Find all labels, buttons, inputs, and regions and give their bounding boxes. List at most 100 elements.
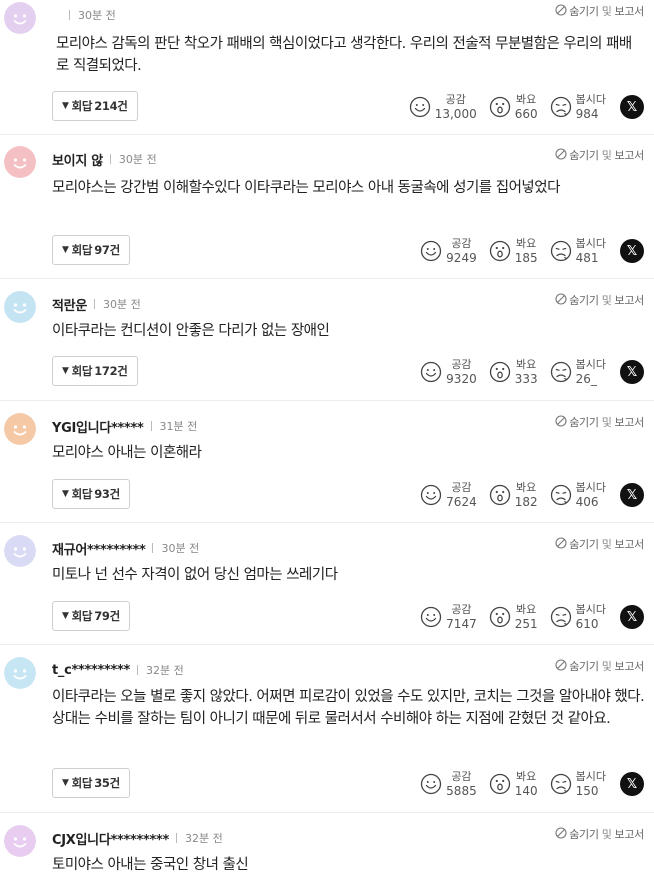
block-icon [555,658,567,674]
reply-toggle-button[interactable]: ▼ 회답 35 건 [52,768,130,798]
wow-reaction-button[interactable]: 봐요 660 [489,92,538,122]
hide-link[interactable]: 숨기기 [569,826,599,842]
reaction-text: 공감 5885 [446,769,477,799]
reaction-text: 봅시다 610 [576,602,606,632]
sad-face-icon [550,484,571,506]
smile-icon [421,484,442,506]
meta-divider [152,543,154,553]
avatar [4,657,36,689]
like-reaction-button[interactable]: 공감 7147 [420,602,477,632]
divider [0,522,654,523]
surprised-icon [489,240,510,262]
report-link[interactable]: 보고서 [615,147,645,163]
comment-author[interactable]: 보이지 않 [52,150,103,169]
hide-link[interactable]: 숨기기 [569,658,599,674]
x-share-icon[interactable]: 𝕏 [620,772,644,796]
reply-toggle-button[interactable]: ▼ 회답 97 건 [52,235,130,265]
report-link[interactable]: 보고서 [615,536,645,552]
reaction-text: 봐요 333 [515,357,538,387]
report-link[interactable]: 보고서 [615,826,645,842]
reply-toggle-button[interactable]: ▼ 회답 172 건 [52,356,138,386]
reply-count: 97 [94,243,110,257]
sad-reaction-button[interactable]: 봅시다 150 [550,769,606,799]
hide-link[interactable]: 숨기기 [569,292,599,308]
hide-link[interactable]: 숨기기 [569,414,599,430]
reply-count: 93 [94,487,110,501]
reply-label: 회답 [71,609,93,623]
meta-divider [69,10,70,20]
reply-unit: 건 [117,364,128,378]
smiley-face-icon [4,146,36,178]
reaction-label: 봅시다 [575,93,606,106]
reaction-text: 봅시다 406 [576,480,606,510]
sad-reaction-button[interactable]: 봅시다 481 [550,236,606,266]
hide-link[interactable]: 숨기기 [569,3,599,19]
comment-author[interactable]: CJX입니다********* [52,829,169,848]
comment-text: 이타쿠라는 오늘 별로 좋지 않았다. 어쩌면 피로감이 있었을 수도 있지만,… [52,689,645,727]
reaction-count: 150 [575,784,599,798]
reaction-label: 봅시다 [575,481,606,494]
like-reaction-button[interactable]: 공감 7624 [420,480,477,510]
reaction-bar: 공감 7624 봐요 182 봅시다 406 𝕏 [408,477,644,513]
and-text: 및 [601,660,612,673]
hide-report-links: 숨기기 및 보고서 [555,291,644,309]
comment-time: 30분 전 [118,153,157,166]
sad-reaction-button[interactable]: 봅시다 610 [550,602,606,632]
comment-author[interactable]: 적란운 [52,295,87,314]
and-text: 및 [601,828,612,841]
hide-report-links: 숨기기 및 보고서 [555,657,644,675]
reply-toggle-button[interactable]: ▼ 회답 79 건 [52,601,130,631]
hide-report-links: 숨기기 및 보고서 [555,535,644,553]
reaction-count: 140 [514,784,538,798]
x-share-icon[interactable]: 𝕏 [620,483,644,507]
comment-author[interactable]: 재규어********* [52,539,146,558]
comment-meta: t_c********* 32분 전 [52,660,184,680]
wow-reaction-button[interactable]: 봐요 182 [489,480,538,510]
report-link[interactable]: 보고서 [615,658,645,674]
like-reaction-button[interactable]: 공감 9320 [420,357,477,387]
wow-reaction-button[interactable]: 봐요 140 [489,769,538,799]
wow-reaction-button[interactable]: 봐요 185 [489,236,538,266]
report-link[interactable]: 보고서 [615,292,645,308]
reply-unit: 건 [109,609,121,623]
reply-toggle-button[interactable]: ▼ 회답 93 건 [52,479,130,509]
reply-count: 35 [94,776,110,790]
comment-author[interactable]: t_c********* [52,663,130,678]
hide-link[interactable]: 숨기기 [569,536,599,552]
sad-face-icon [550,773,571,795]
reaction-text: 봅시다 26_ [576,357,606,387]
divider [0,400,654,401]
sad-reaction-button[interactable]: 봅시다 26_ [550,357,606,387]
reply-toggle-button[interactable]: ▼ 회답 214 건 [52,91,138,121]
like-reaction-button[interactable]: 공감 5885 [420,769,477,799]
reaction-count: 26_ [575,372,597,386]
report-link[interactable]: 보고서 [615,3,645,19]
sad-reaction-button[interactable]: 봅시다 406 [550,480,606,510]
block-icon [555,292,567,308]
x-share-icon[interactable]: 𝕏 [620,360,644,384]
like-reaction-button[interactable]: 공감 9249 [420,236,477,266]
reaction-bar: 공감 9249 봐요 185 봅시다 481 𝕏 [408,233,644,269]
like-reaction-button[interactable]: 공감 13,000 [409,92,477,122]
comment-time: 31분 전 [159,420,198,433]
reaction-count: 185 [514,251,538,265]
wow-reaction-button[interactable]: 봐요 333 [489,357,538,387]
comment-author[interactable]: YGI입니다***** [52,417,144,436]
comment-meta: 보이지 않 30분 전 [52,149,157,169]
caret-down-icon: ▼ [62,366,69,376]
x-share-icon[interactable]: 𝕏 [620,95,644,119]
comment-time: 30분 전 [102,298,141,311]
comment-meta: 30분 전 [62,5,116,25]
x-share-icon[interactable]: 𝕏 [620,239,644,263]
sad-reaction-button[interactable]: 봅시다 984 [550,92,606,122]
x-share-icon[interactable]: 𝕏 [620,605,644,629]
wow-reaction-button[interactable]: 봐요 251 [489,602,538,632]
comment-time: 30분 전 [78,9,116,22]
hide-report-links: 숨기기 및 보고서 [555,2,644,20]
hide-link[interactable]: 숨기기 [569,147,599,163]
meta-divider [137,665,139,675]
report-link[interactable]: 보고서 [615,414,645,430]
comment-meta: CJX입니다********* 32분 전 [52,828,223,848]
caret-down-icon: ▼ [62,489,69,499]
reaction-text: 공감 13,000 [435,92,477,122]
